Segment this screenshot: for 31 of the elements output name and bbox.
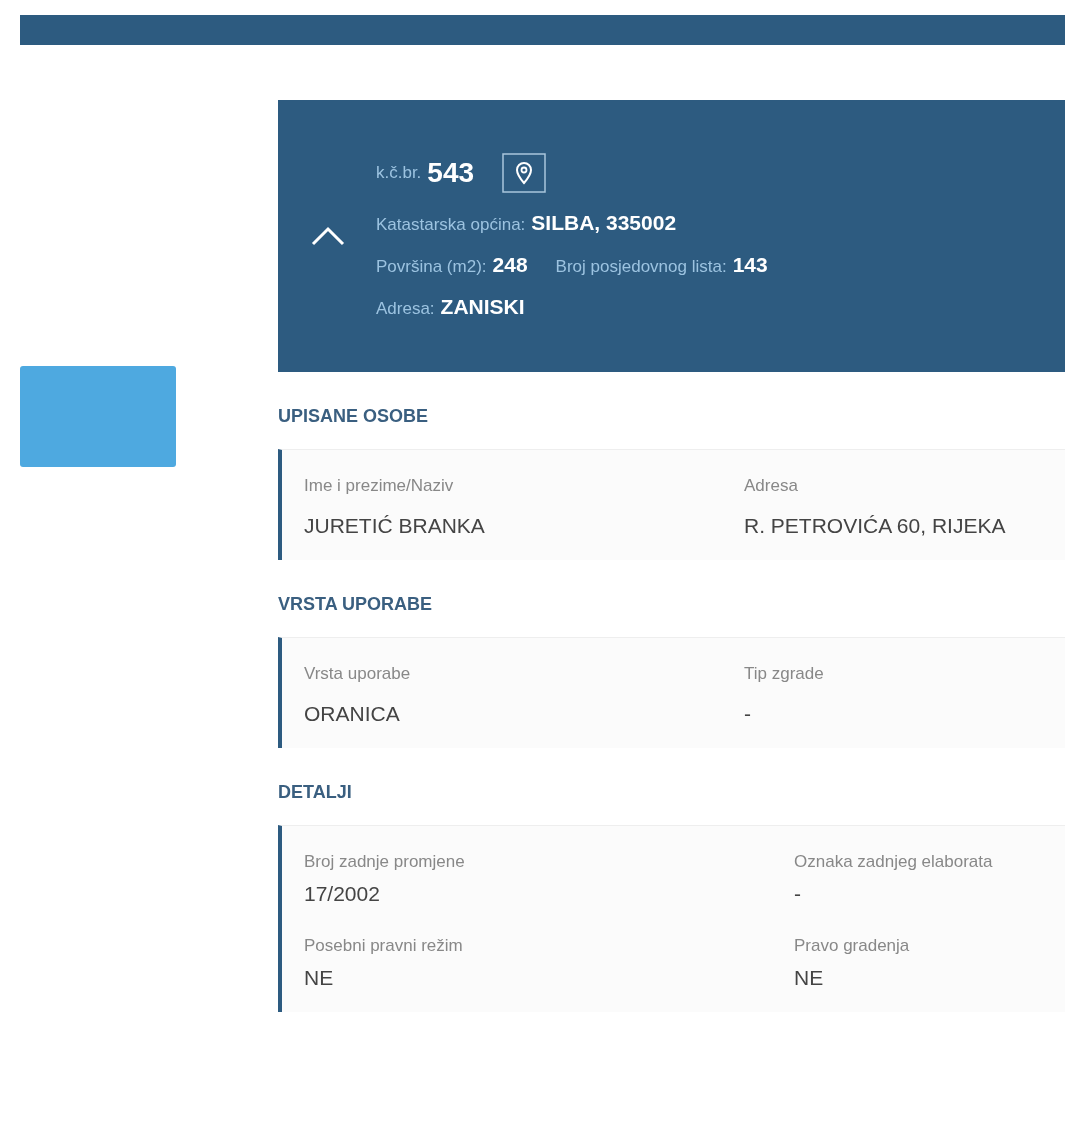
field-label: Posebni pravni režim xyxy=(304,936,464,956)
field-value: 143 xyxy=(732,253,768,277)
field-value: NE xyxy=(304,966,335,990)
field-value: 248 xyxy=(492,253,528,277)
location-pin-icon[interactable] xyxy=(502,153,547,193)
field-label: Adresa xyxy=(744,476,799,496)
field-label: Adresa: xyxy=(376,299,435,319)
field-label: Broj zadnje promjene xyxy=(304,852,466,872)
chevron-icon[interactable] xyxy=(310,225,346,247)
field-value: ZANISKI xyxy=(440,295,525,319)
field-label: Katastarska općina: xyxy=(376,215,526,235)
field-value: - xyxy=(744,702,752,726)
field-value: SILBA, 335002 xyxy=(531,211,677,235)
parcel-number: 543 xyxy=(427,157,475,189)
field-value: NE xyxy=(794,966,825,990)
field-value: JURETIĆ BRANKA xyxy=(304,514,486,538)
field-value: R. PETROVIĆA 60, RIJEKA xyxy=(744,514,1007,538)
section-title: UPISANE OSOBE xyxy=(278,406,430,427)
field-label: Oznaka zadnjeg elaborata xyxy=(794,852,994,872)
field-label: Ime i prezime/Naziv xyxy=(304,476,455,496)
field-value: ORANICA xyxy=(304,702,401,726)
field-value: 17/2002 xyxy=(304,882,381,906)
field-label: Pravo gradenja xyxy=(794,936,911,956)
field-label: Tip zgrade xyxy=(744,664,825,684)
parcel-number-label: k.č.br. xyxy=(376,163,422,183)
field-label: Broj posjedovnog lista: xyxy=(555,257,727,277)
field-label: Vrsta uporabe xyxy=(304,664,412,684)
field-label: Površina (m2): xyxy=(376,257,487,277)
section-title: VRSTA UPORABE xyxy=(278,594,433,615)
field-value: - xyxy=(794,882,802,906)
section-title: DETALJI xyxy=(278,782,353,803)
